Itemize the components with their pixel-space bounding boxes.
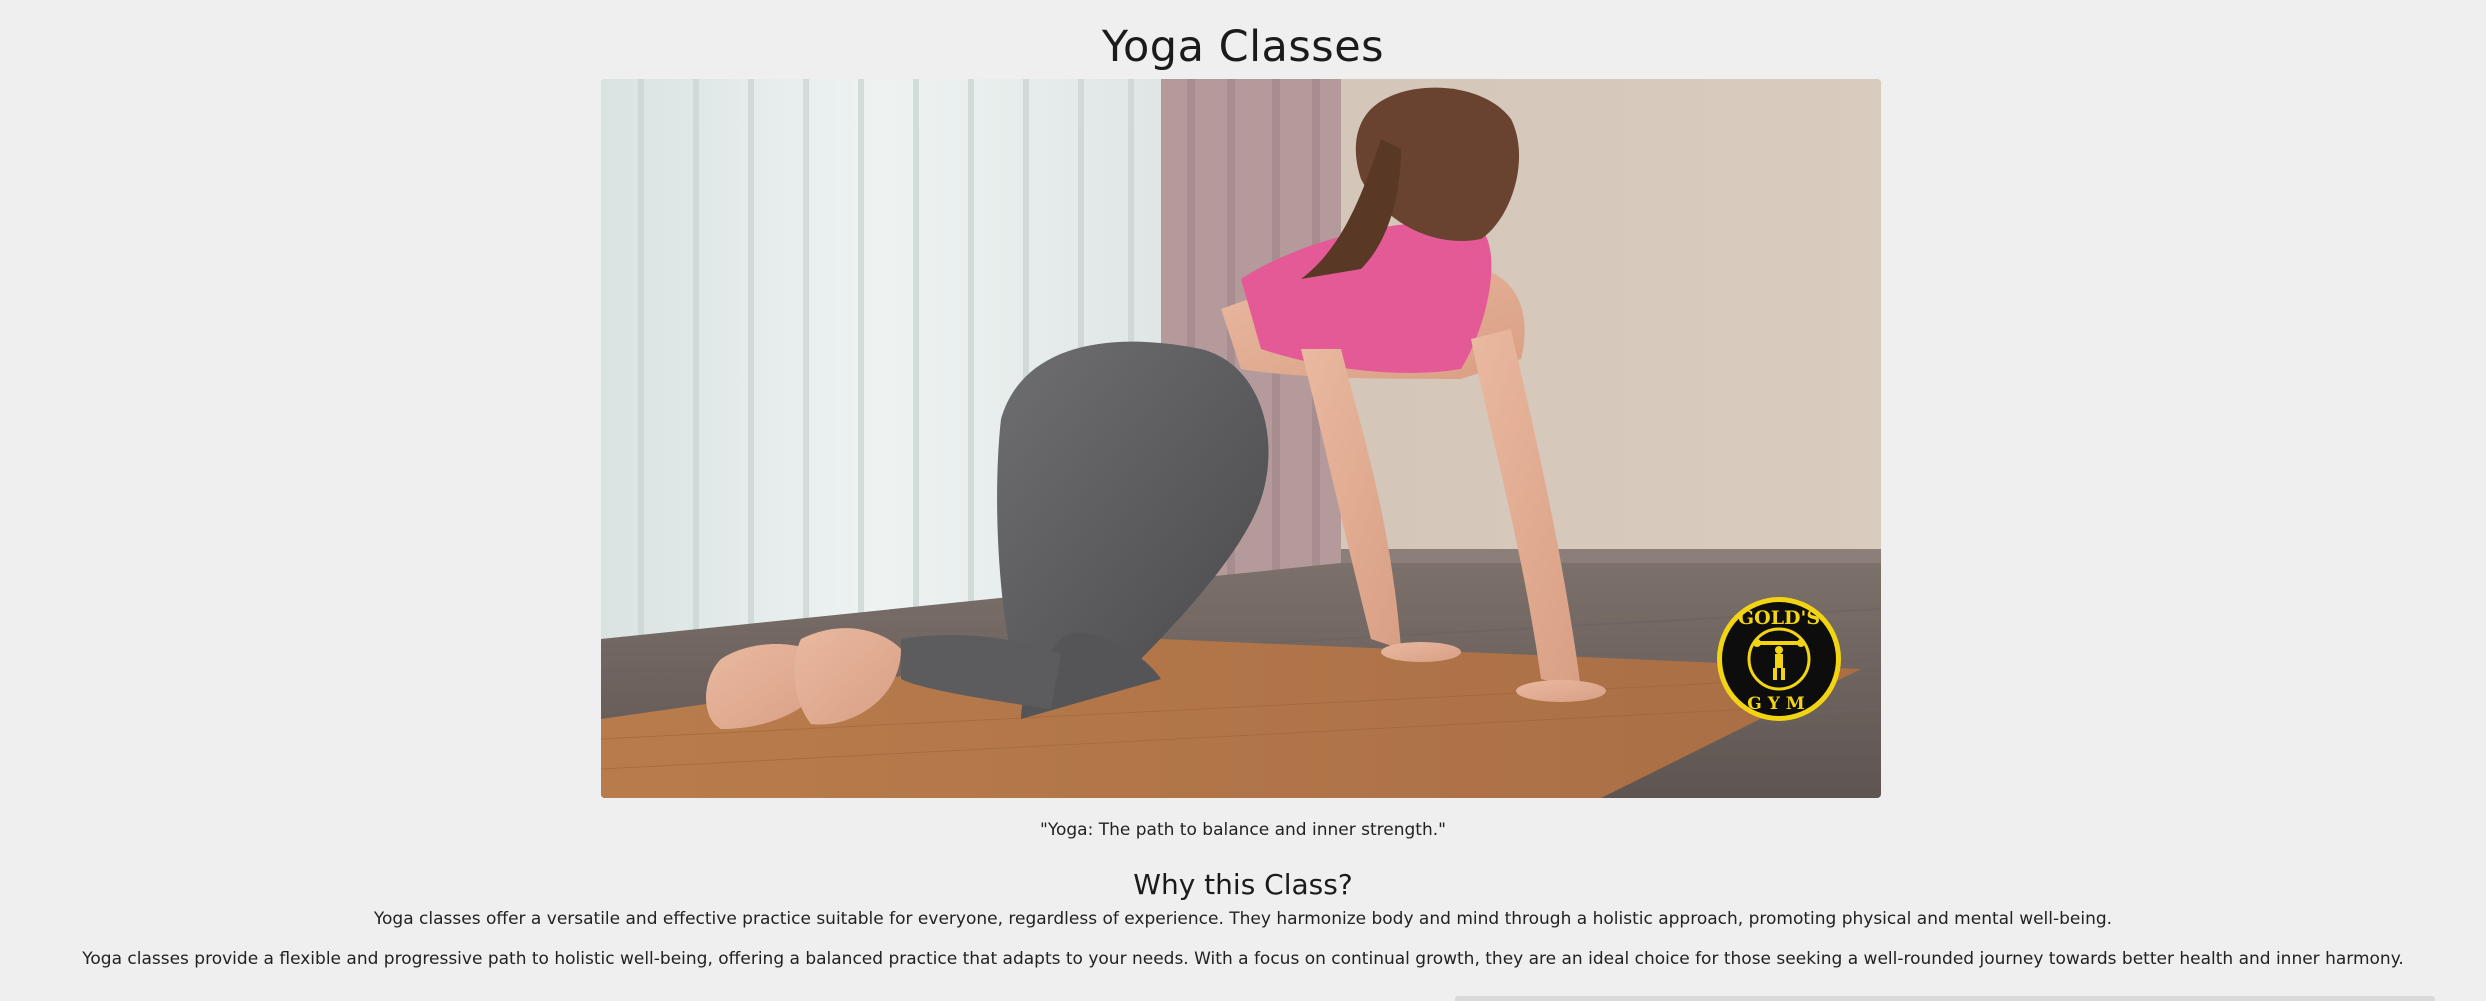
page: Yoga Classes GOLD'S GYM "Yoga: The path … — [0, 0, 2486, 1001]
page-title: Yoga Classes — [1101, 22, 1385, 72]
hero-image: GOLD'S GYM — [601, 79, 1881, 798]
section-title: Why this Class? — [1133, 868, 1353, 901]
yoga-class-photo: GOLD'S GYM — [601, 79, 1881, 798]
logo-top-text: GOLD'S — [1738, 607, 1820, 629]
golds-gym-logo: GOLD'S GYM — [1717, 597, 1841, 721]
logo-bottom-text: GYM — [1747, 694, 1810, 714]
description-paragraph-1: Yoga classes offer a versatile and effec… — [373, 909, 2113, 929]
description-paragraph-2: Yoga classes provide a flexible and prog… — [82, 949, 2404, 969]
bottom-panel-edge — [1455, 996, 2435, 1001]
class-quote: "Yoga: The path to balance and inner str… — [1040, 820, 1446, 840]
